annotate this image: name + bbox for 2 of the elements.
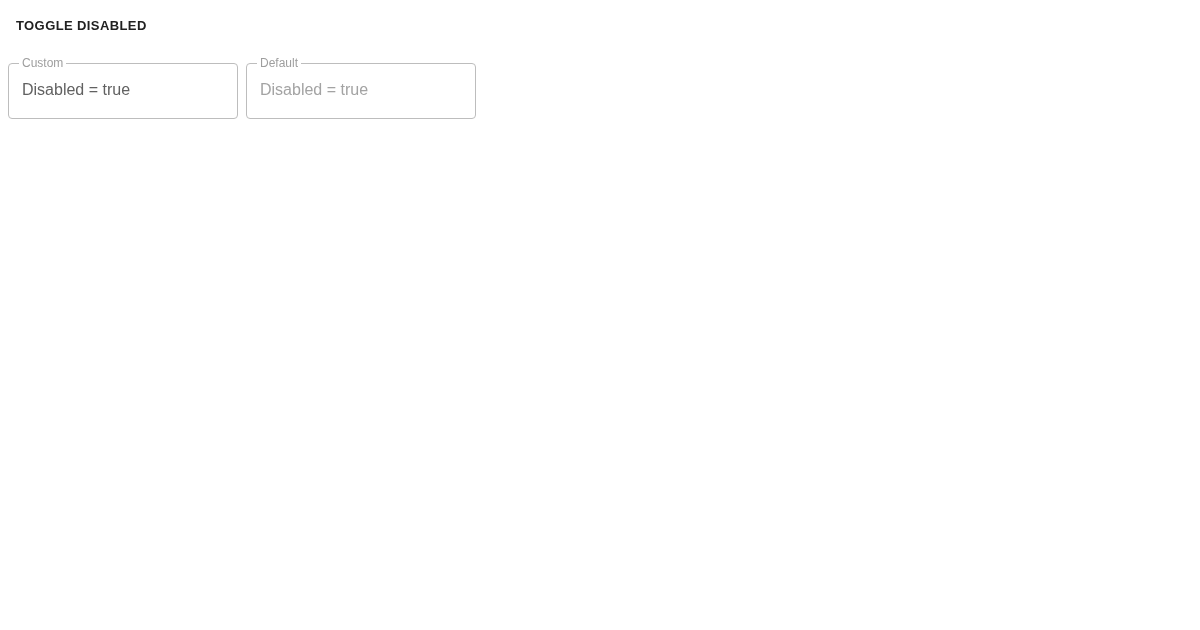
field-label: Default [259,56,300,70]
field-label: Custom [21,56,65,70]
